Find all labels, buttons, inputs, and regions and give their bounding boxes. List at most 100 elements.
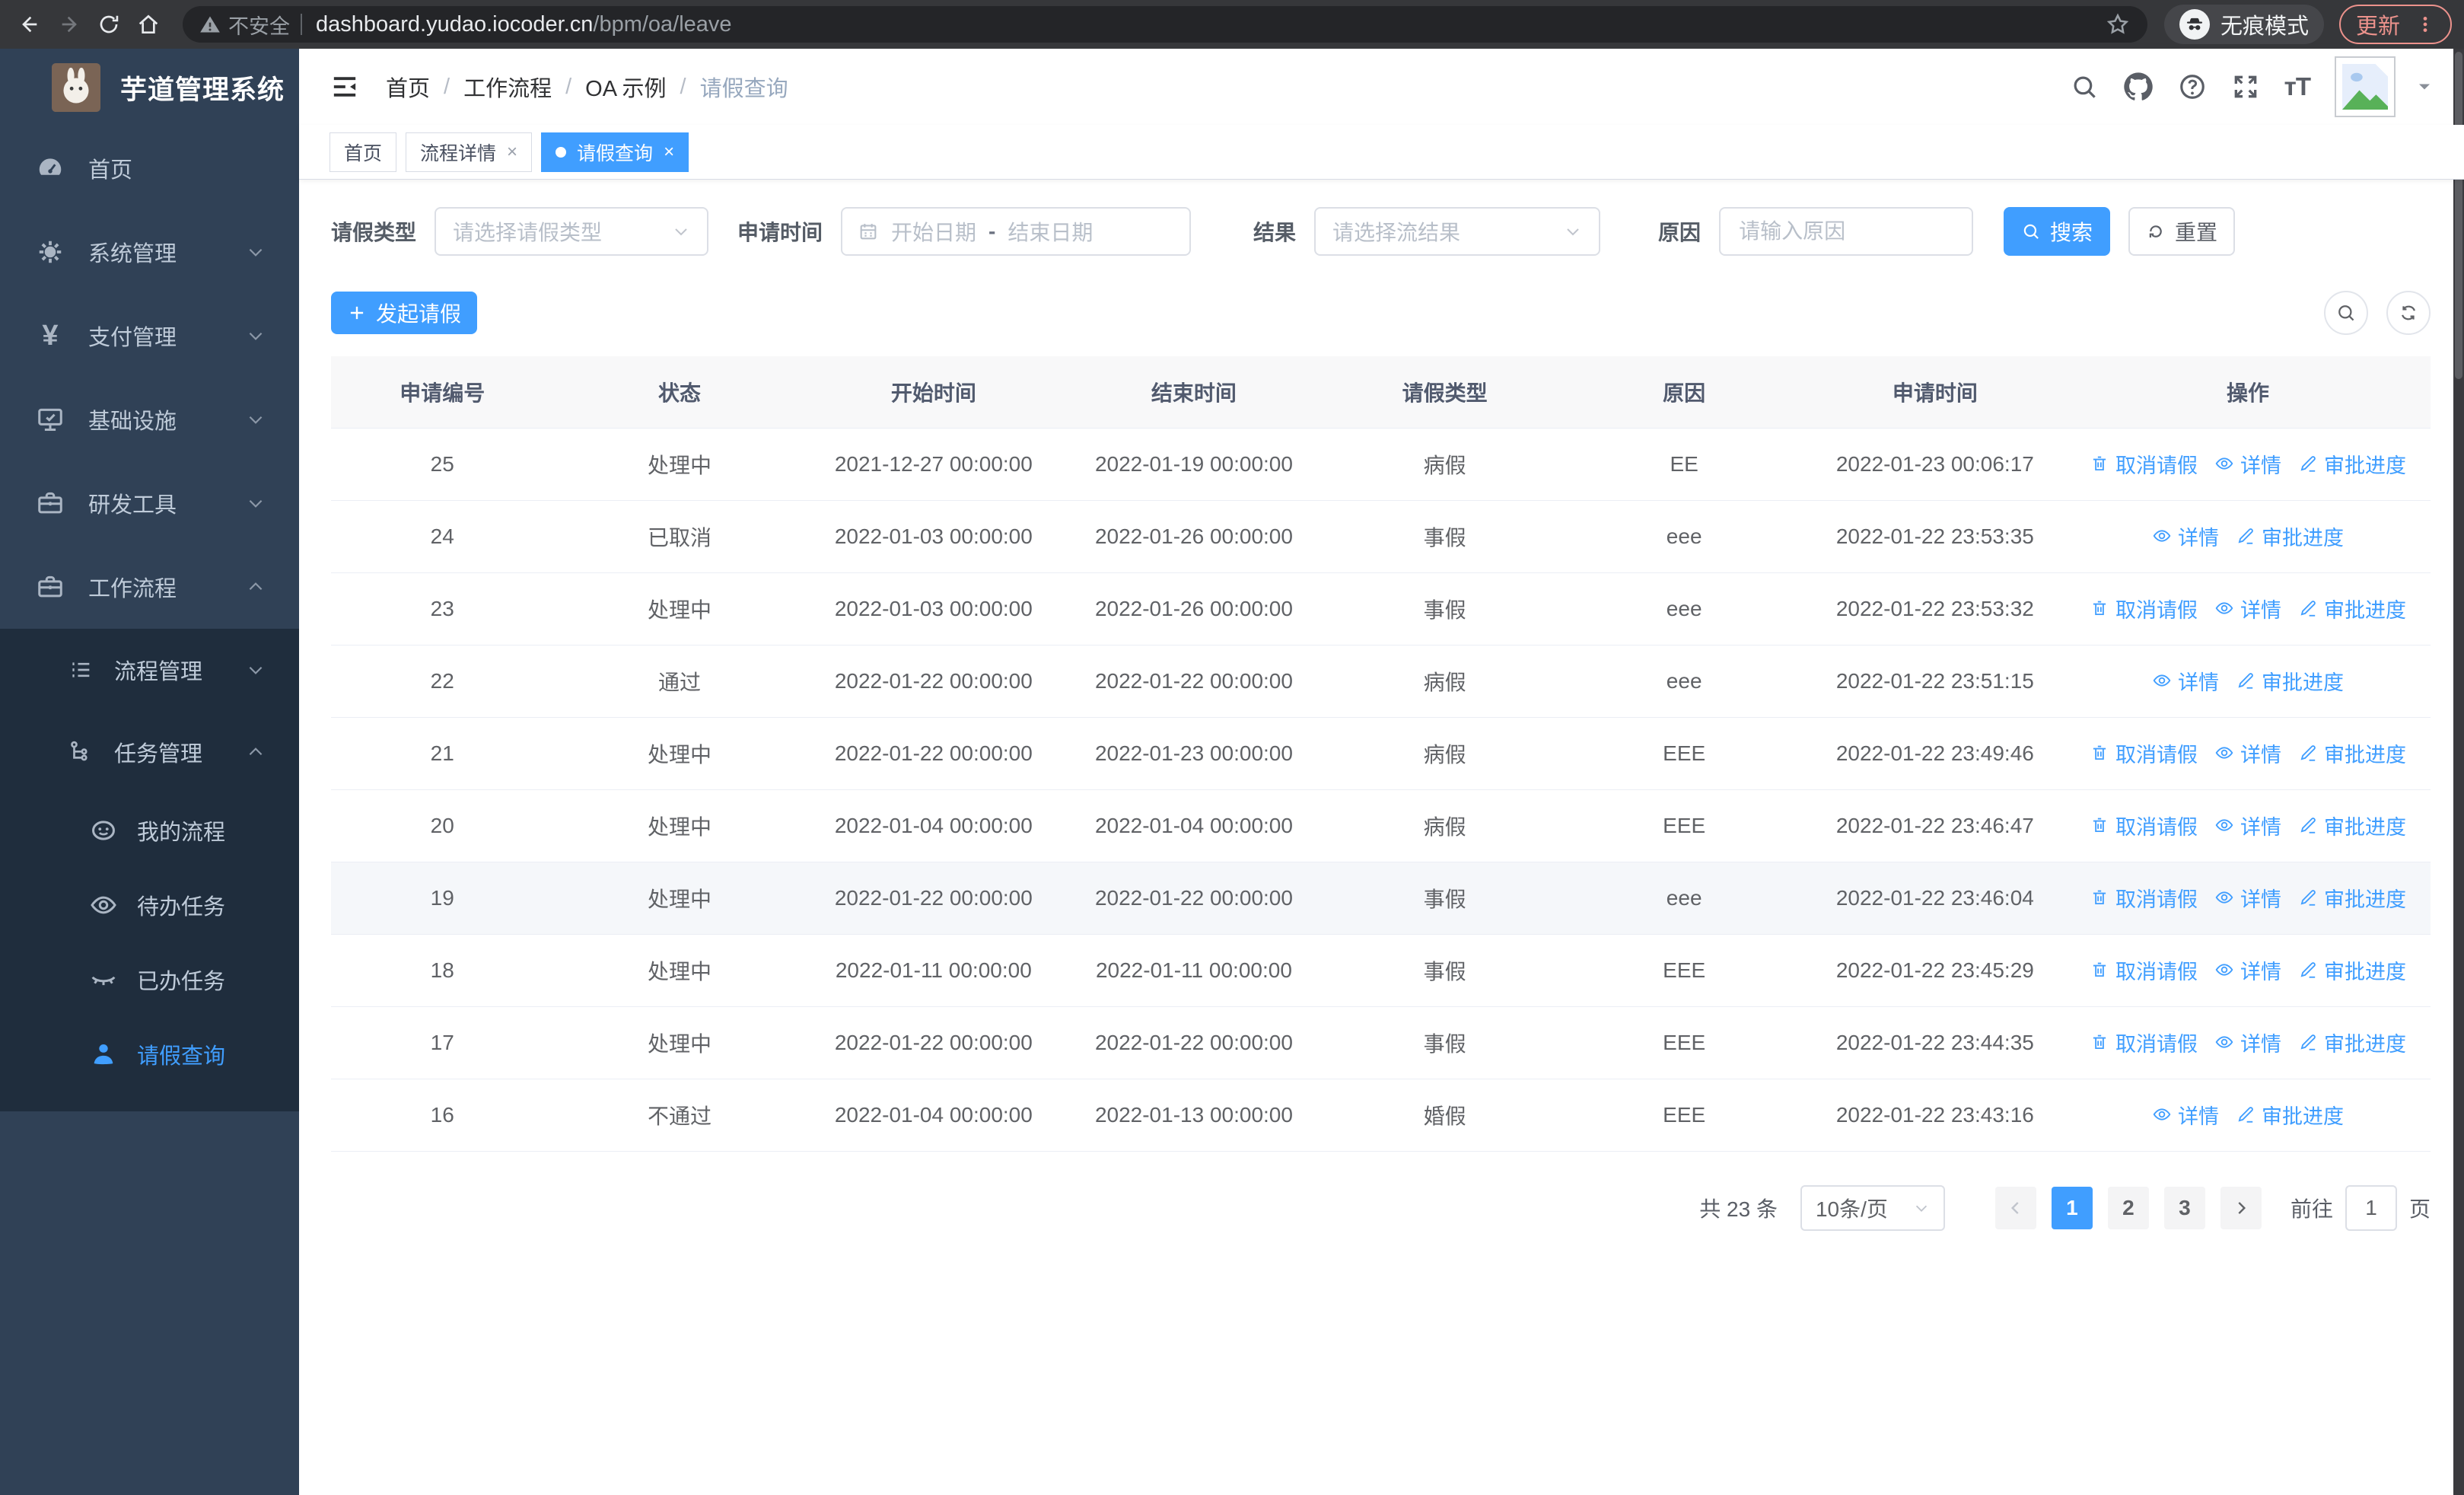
page-size-select[interactable]: 10条/页: [1800, 1184, 1945, 1231]
scrollbar-thumb[interactable]: [2455, 52, 2462, 379]
refresh-icon: [2149, 225, 2162, 238]
browser-update-button[interactable]: 更新: [2338, 5, 2452, 44]
cancel-leave-link[interactable]: 取消请假: [2090, 449, 2198, 479]
goto-page-input[interactable]: [2345, 1184, 2397, 1231]
cancel-leave-link[interactable]: 取消请假: [2090, 955, 2198, 985]
sidebar-item-done-task[interactable]: 已办任务: [0, 942, 299, 1017]
approval-progress-link[interactable]: 审批进度: [2236, 521, 2344, 551]
apply-time-range[interactable]: 开始日期 - 结束日期: [841, 207, 1192, 256]
sidebar-item-devtools[interactable]: 研发工具: [0, 461, 299, 545]
cell-end: 2022-01-26 00:00:00: [1062, 572, 1326, 645]
cancel-leave-link[interactable]: 取消请假: [2090, 1028, 2198, 1057]
page-button-2[interactable]: 2: [2107, 1186, 2149, 1229]
browser-reload-icon[interactable]: [91, 7, 126, 42]
sidebar-item-workflow[interactable]: 工作流程: [0, 545, 299, 629]
cancel-leave-link[interactable]: 取消请假: [2090, 883, 2198, 913]
browser-menu-dots-icon[interactable]: [2415, 14, 2435, 34]
detail-link[interactable]: 详情: [2214, 738, 2281, 768]
browser-home-icon[interactable]: [131, 7, 166, 42]
github-icon[interactable]: [2123, 72, 2154, 102]
avatar-caret-icon[interactable]: [2415, 78, 2434, 96]
fullscreen-icon[interactable]: [2231, 72, 2260, 101]
browser-forward-icon[interactable]: [52, 7, 87, 42]
table-row[interactable]: 24 已取消 2022-01-03 00:00:00 2022-01-26 00:00…: [331, 500, 2431, 573]
close-icon[interactable]: ×: [507, 142, 517, 161]
detail-link[interactable]: 详情: [2214, 955, 2281, 985]
approval-progress-link[interactable]: 审批进度: [2298, 811, 2406, 840]
table-row[interactable]: 18 处理中 2022-01-11 00:00:00 2022-01-11 00:00…: [331, 934, 2431, 1007]
bookmark-star-icon[interactable]: [2105, 11, 2131, 37]
approval-progress-link[interactable]: 审批进度: [2298, 594, 2406, 623]
table-row[interactable]: 22 通过 2022-01-22 00:00:00 2022-01-22 00:00:…: [331, 645, 2431, 718]
close-icon[interactable]: ×: [664, 142, 674, 161]
cancel-leave-link[interactable]: 取消请假: [2090, 594, 2198, 623]
help-icon[interactable]: [2178, 72, 2207, 101]
browser-back-icon[interactable]: [12, 7, 47, 42]
cell-end: 2022-01-19 00:00:00: [1062, 428, 1326, 501]
page-button-1[interactable]: 1: [2051, 1186, 2093, 1229]
browser-scrollbar[interactable]: [2453, 49, 2464, 1495]
table-row[interactable]: 17 处理中 2022-01-22 00:00:00 2022-01-22 00:00…: [331, 1006, 2431, 1079]
table-row[interactable]: 16 不通过 2022-01-04 00:00:00 2022-01-13 00:00…: [331, 1079, 2431, 1152]
eye-icon: [87, 891, 120, 920]
address-bar[interactable]: 不安全 dashboard.yudao.iocoder.cn/bpm/oa/le…: [183, 6, 2147, 43]
detail-link[interactable]: 详情: [2152, 666, 2219, 696]
table-row[interactable]: 21 处理中 2022-01-22 00:00:00 2022-01-23 00:00…: [331, 717, 2431, 790]
cancel-leave-link[interactable]: 取消请假: [2090, 811, 2198, 840]
approval-progress-link[interactable]: 审批进度: [2298, 449, 2406, 479]
reason-field-wrap: [1719, 207, 1974, 256]
sidebar-item-todo-task[interactable]: 待办任务: [0, 868, 299, 942]
avatar[interactable]: [2335, 56, 2396, 117]
tab-process-detail[interactable]: 流程详情 ×: [406, 132, 533, 172]
detail-link[interactable]: 详情: [2214, 811, 2281, 840]
sidebar-item-task-mgmt[interactable]: 任务管理: [0, 711, 299, 793]
prev-page-button[interactable]: [1994, 1186, 2036, 1229]
search-button[interactable]: 搜索: [2004, 207, 2111, 256]
sidebar-item-home[interactable]: 首页: [0, 126, 299, 210]
approval-progress-link[interactable]: 审批进度: [2298, 955, 2406, 985]
page-button-3[interactable]: 3: [2163, 1186, 2205, 1229]
create-leave-button[interactable]: 发起请假: [331, 292, 477, 334]
approval-progress-link[interactable]: 审批进度: [2236, 666, 2344, 696]
action-label: 详情: [2177, 671, 2219, 694]
detail-link[interactable]: 详情: [2152, 521, 2219, 551]
breadcrumb-oa[interactable]: OA 示例: [585, 71, 666, 103]
detail-link[interactable]: 详情: [2214, 449, 2281, 479]
sidebar-item-leave-query[interactable]: 请假查询: [0, 1017, 299, 1092]
table-row[interactable]: 20 处理中 2022-01-04 00:00:00 2022-01-04 00:00…: [331, 789, 2431, 862]
sidebar-collapse-icon[interactable]: [329, 72, 360, 102]
tab-label: 首页: [344, 142, 383, 164]
sidebar-item-system[interactable]: 系统管理: [0, 210, 299, 294]
tab-home[interactable]: 首页: [329, 132, 397, 172]
sidebar-item-infra[interactable]: 基础设施: [0, 378, 299, 461]
cell-id: 22: [331, 645, 554, 718]
approval-progress-link[interactable]: 审批进度: [2298, 1028, 2406, 1057]
detail-link[interactable]: 详情: [2214, 883, 2281, 913]
incognito-badge: 无痕模式: [2163, 5, 2324, 44]
search-icon[interactable]: [2070, 72, 2099, 101]
breadcrumb-home[interactable]: 首页: [386, 71, 430, 103]
result-select[interactable]: 请选择流结果: [1314, 207, 1601, 256]
toggle-search-button[interactable]: [2324, 291, 2368, 335]
approval-progress-link[interactable]: 审批进度: [2298, 883, 2406, 913]
breadcrumb-workflow[interactable]: 工作流程: [463, 71, 552, 103]
table-row[interactable]: 23 处理中 2022-01-03 00:00:00 2022-01-26 00:00…: [331, 572, 2431, 645]
detail-link[interactable]: 详情: [2214, 1028, 2281, 1057]
detail-link[interactable]: 详情: [2214, 594, 2281, 623]
table-row[interactable]: 19 处理中 2022-01-22 00:00:00 2022-01-22 00:00…: [331, 862, 2431, 935]
approval-progress-link[interactable]: 审批进度: [2298, 738, 2406, 768]
cancel-leave-link[interactable]: 取消请假: [2090, 738, 2198, 768]
reason-input[interactable]: [1737, 218, 1956, 244]
refresh-table-button[interactable]: [2386, 291, 2431, 335]
detail-link[interactable]: 详情: [2152, 1100, 2219, 1130]
sidebar-item-payment[interactable]: ¥ 支付管理: [0, 294, 299, 378]
font-size-icon[interactable]: тT: [2284, 72, 2311, 101]
tab-leave-query[interactable]: 请假查询 ×: [541, 132, 689, 172]
leave-type-select[interactable]: 请选择请假类型: [435, 207, 709, 256]
sidebar-item-process-mgmt[interactable]: 流程管理: [0, 629, 299, 711]
next-page-button[interactable]: [2220, 1186, 2262, 1229]
table-row[interactable]: 25 处理中 2021-12-27 00:00:00 2022-01-19 00:00…: [331, 428, 2431, 501]
sidebar-item-my-process[interactable]: 我的流程: [0, 793, 299, 868]
approval-progress-link[interactable]: 审批进度: [2236, 1100, 2344, 1130]
reset-button[interactable]: 重置: [2128, 207, 2236, 256]
